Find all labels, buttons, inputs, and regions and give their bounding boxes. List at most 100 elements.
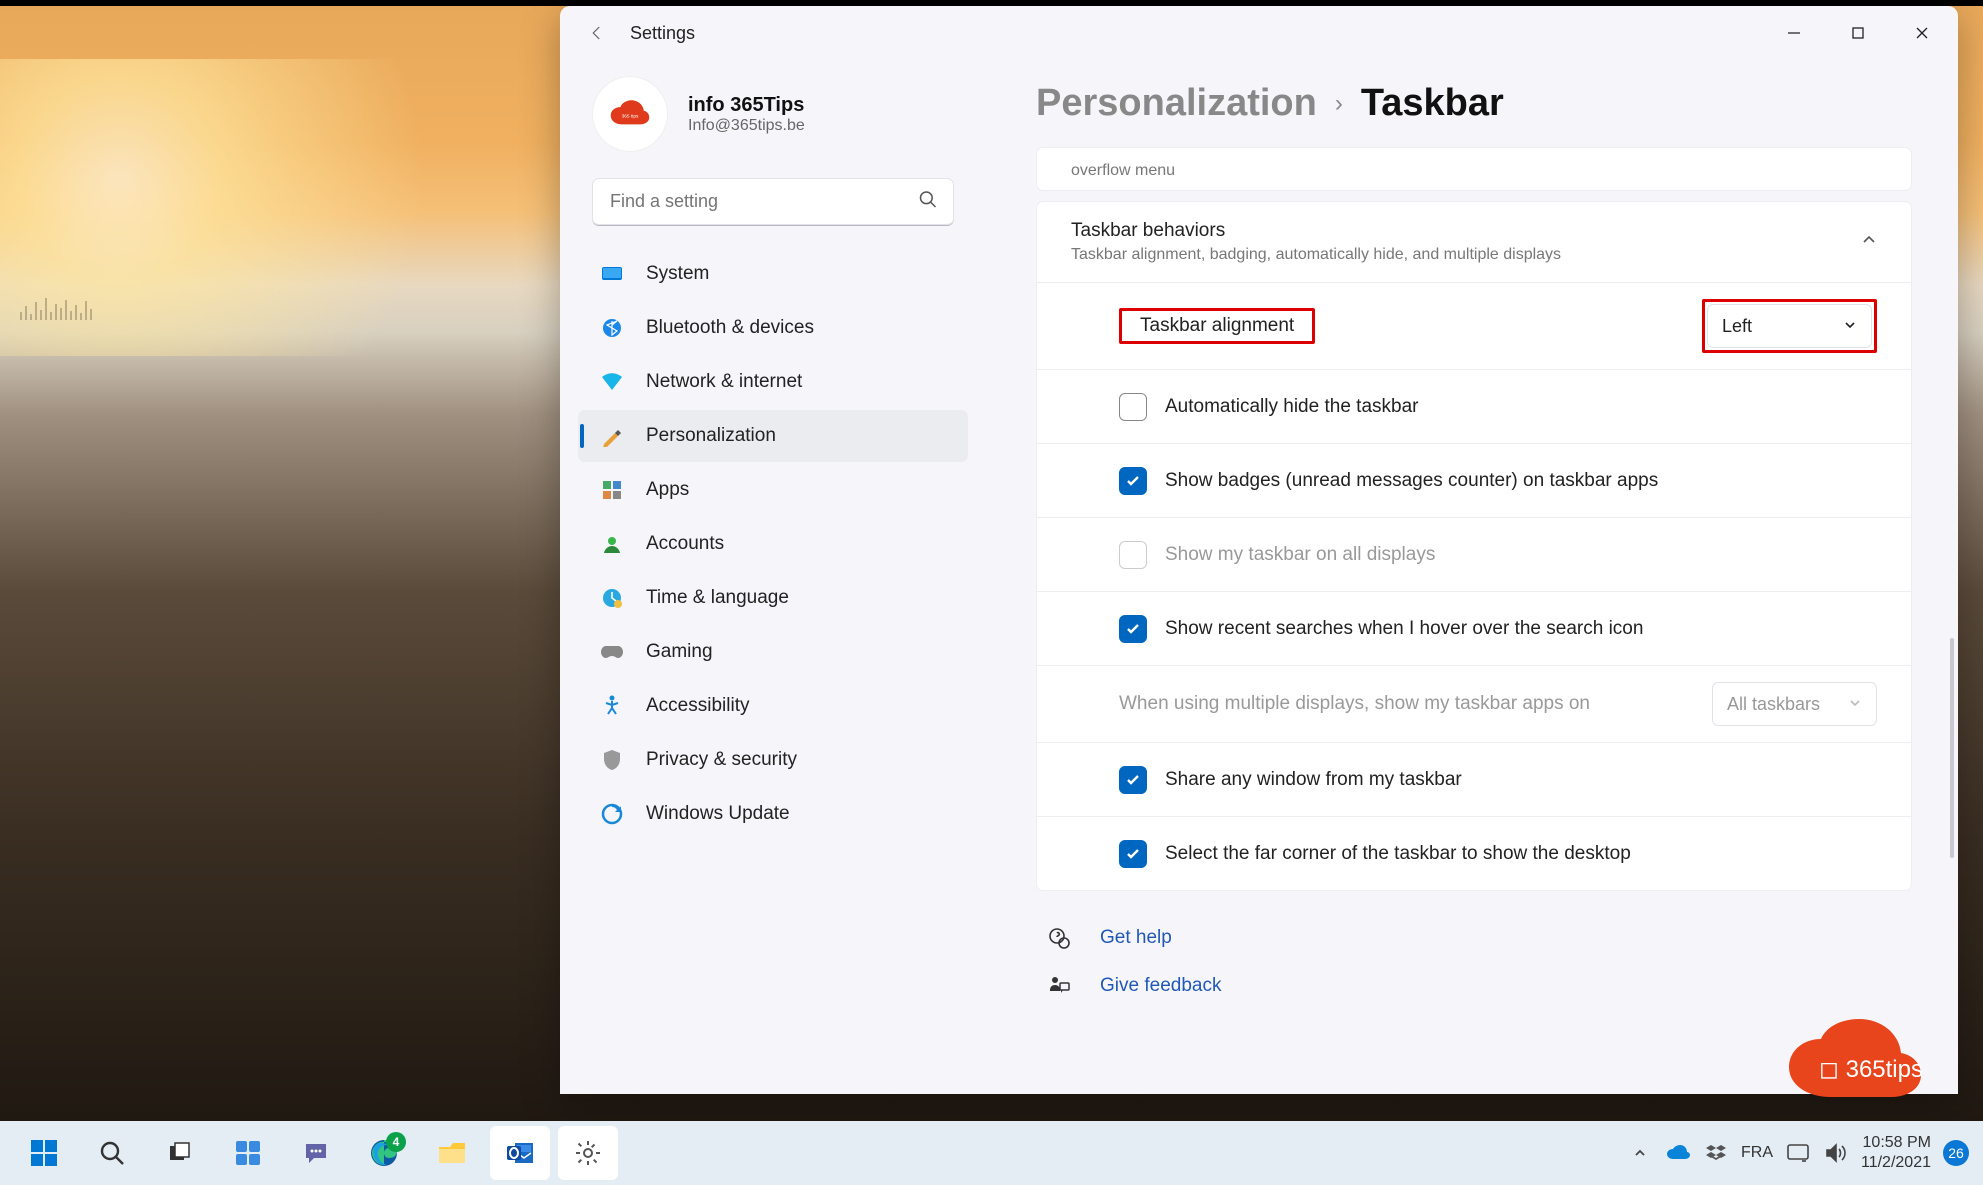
nav-network[interactable]: Network & internet — [578, 356, 968, 408]
language-indicator[interactable]: FRA — [1741, 1144, 1773, 1162]
gaming-icon — [600, 640, 624, 664]
alignment-label: Taskbar alignment — [1140, 315, 1294, 336]
back-button[interactable] — [582, 18, 612, 48]
nav-label: Time & language — [646, 587, 789, 609]
multi-display-value: All taskbars — [1727, 694, 1820, 715]
clock[interactable]: 10:58 PM 11/2/2021 — [1861, 1133, 1931, 1173]
avatar: 365 tips — [592, 76, 668, 152]
file-explorer-button[interactable] — [422, 1126, 482, 1180]
multi-display-row: When using multiple displays, show my ta… — [1037, 665, 1911, 742]
far-corner-row: Select the far corner of the taskbar to … — [1037, 816, 1911, 890]
nav-accounts[interactable]: Accounts — [578, 518, 968, 570]
tray-chevron-icon[interactable] — [1627, 1140, 1653, 1166]
give-feedback-text: Give feedback — [1100, 975, 1221, 997]
close-button[interactable] — [1890, 11, 1954, 55]
update-icon — [600, 802, 624, 826]
badges-row: Show badges (unread messages counter) on… — [1037, 443, 1911, 517]
behaviors-title: Taskbar behaviors — [1071, 220, 1561, 242]
nav-label: Windows Update — [646, 803, 790, 825]
user-email: Info@365tips.be — [688, 117, 805, 135]
get-help-text: Get help — [1100, 927, 1172, 949]
nav-system[interactable]: System — [578, 248, 968, 300]
task-view-button[interactable] — [150, 1126, 210, 1180]
multi-display-dropdown: All taskbars — [1712, 682, 1877, 726]
svg-text:◻ 365tips: ◻ 365tips — [1819, 1056, 1923, 1083]
nav-privacy[interactable]: Privacy & security — [578, 734, 968, 786]
give-feedback-link[interactable]: Give feedback — [1036, 969, 1912, 1003]
taskbar: 4 FRA 10:58 PM 11/2/2021 26 — [0, 1121, 1983, 1185]
chat-button[interactable] — [286, 1126, 346, 1180]
behaviors-header[interactable]: Taskbar behaviors Taskbar alignment, bad… — [1037, 202, 1911, 282]
user-card[interactable]: 365 tips info 365Tips Info@365tips.be — [578, 68, 968, 174]
auto-hide-checkbox[interactable] — [1119, 393, 1147, 421]
chevron-down-icon — [1843, 316, 1857, 337]
get-help-link[interactable]: Get help — [1036, 921, 1912, 955]
settings-taskbar-button[interactable] — [558, 1126, 618, 1180]
dropbox-icon[interactable] — [1703, 1140, 1729, 1166]
chevron-up-icon — [1861, 232, 1877, 253]
search-button[interactable] — [82, 1126, 142, 1180]
widgets-button[interactable] — [218, 1126, 278, 1180]
badges-checkbox[interactable] — [1119, 467, 1147, 495]
titlebar: Settings — [560, 6, 1958, 60]
system-icon — [600, 262, 624, 286]
cast-icon[interactable] — [1785, 1140, 1811, 1166]
feedback-icon — [1046, 973, 1072, 999]
overflow-panel-stub[interactable]: overflow menu — [1036, 147, 1912, 191]
sidebar: 365 tips info 365Tips Info@365tips.be Sy… — [560, 60, 980, 1094]
svg-text:365 tips: 365 tips — [622, 113, 639, 119]
onedrive-icon[interactable] — [1665, 1140, 1691, 1166]
multi-display-label: When using multiple displays, show my ta… — [1119, 693, 1590, 715]
nav-label: Gaming — [646, 641, 713, 663]
nav-label: Bluetooth & devices — [646, 317, 814, 339]
edge-badge-count: 4 — [386, 1132, 406, 1152]
start-button[interactable] — [14, 1126, 74, 1180]
nav-bluetooth[interactable]: Bluetooth & devices — [578, 302, 968, 354]
notification-center[interactable]: 26 — [1943, 1140, 1969, 1166]
minimize-button[interactable] — [1762, 11, 1826, 55]
far-corner-label: Select the far corner of the taskbar to … — [1165, 843, 1631, 865]
badges-label: Show badges (unread messages counter) on… — [1165, 470, 1658, 492]
maximize-button[interactable] — [1826, 11, 1890, 55]
settings-window: Settings 365 tips info 365Tips Info@365t… — [560, 6, 1958, 1094]
nav-time[interactable]: Time & language — [578, 572, 968, 624]
alignment-row: Taskbar alignment Left — [1037, 282, 1911, 369]
auto-hide-label: Automatically hide the taskbar — [1165, 396, 1418, 418]
breadcrumb-parent[interactable]: Personalization — [1036, 82, 1317, 125]
scrollbar[interactable] — [1950, 215, 1954, 1060]
help-icon — [1046, 925, 1072, 951]
breadcrumb: Personalization › Taskbar — [1036, 82, 1912, 125]
search-input[interactable] — [592, 178, 954, 226]
nav-apps[interactable]: Apps — [578, 464, 968, 516]
recent-searches-checkbox[interactable] — [1119, 615, 1147, 643]
outlook-button[interactable] — [490, 1126, 550, 1180]
edge-button[interactable]: 4 — [354, 1126, 414, 1180]
search-icon — [918, 190, 938, 215]
far-corner-checkbox[interactable] — [1119, 840, 1147, 868]
share-window-row: Share any window from my taskbar — [1037, 742, 1911, 816]
overflow-subtitle: overflow menu — [1071, 162, 1175, 180]
volume-icon[interactable] — [1823, 1140, 1849, 1166]
recent-searches-row: Show recent searches when I hover over t… — [1037, 591, 1911, 665]
clock-date: 11/2/2021 — [1861, 1153, 1931, 1173]
network-icon — [600, 370, 624, 394]
alignment-dropdown[interactable]: Left — [1707, 304, 1872, 348]
main-panel: Personalization › Taskbar overflow menu … — [980, 60, 1958, 1094]
nav-update[interactable]: Windows Update — [578, 788, 968, 840]
share-window-checkbox[interactable] — [1119, 766, 1147, 794]
365tips-watermark: ◻ 365tips — [1779, 1019, 1947, 1109]
nav-accessibility[interactable]: Accessibility — [578, 680, 968, 732]
nav-gaming[interactable]: Gaming — [578, 626, 968, 678]
alignment-value: Left — [1722, 316, 1752, 337]
nav-personalization[interactable]: Personalization — [578, 410, 968, 462]
nav-label: Network & internet — [646, 371, 802, 393]
share-window-label: Share any window from my taskbar — [1165, 769, 1462, 791]
personalization-icon — [600, 424, 624, 448]
search-box — [592, 178, 954, 226]
bluetooth-icon — [600, 316, 624, 340]
privacy-icon — [600, 748, 624, 772]
nav-label: Apps — [646, 479, 689, 501]
nav-label: System — [646, 263, 709, 285]
recent-searches-label: Show recent searches when I hover over t… — [1165, 618, 1643, 640]
accounts-icon — [600, 532, 624, 556]
